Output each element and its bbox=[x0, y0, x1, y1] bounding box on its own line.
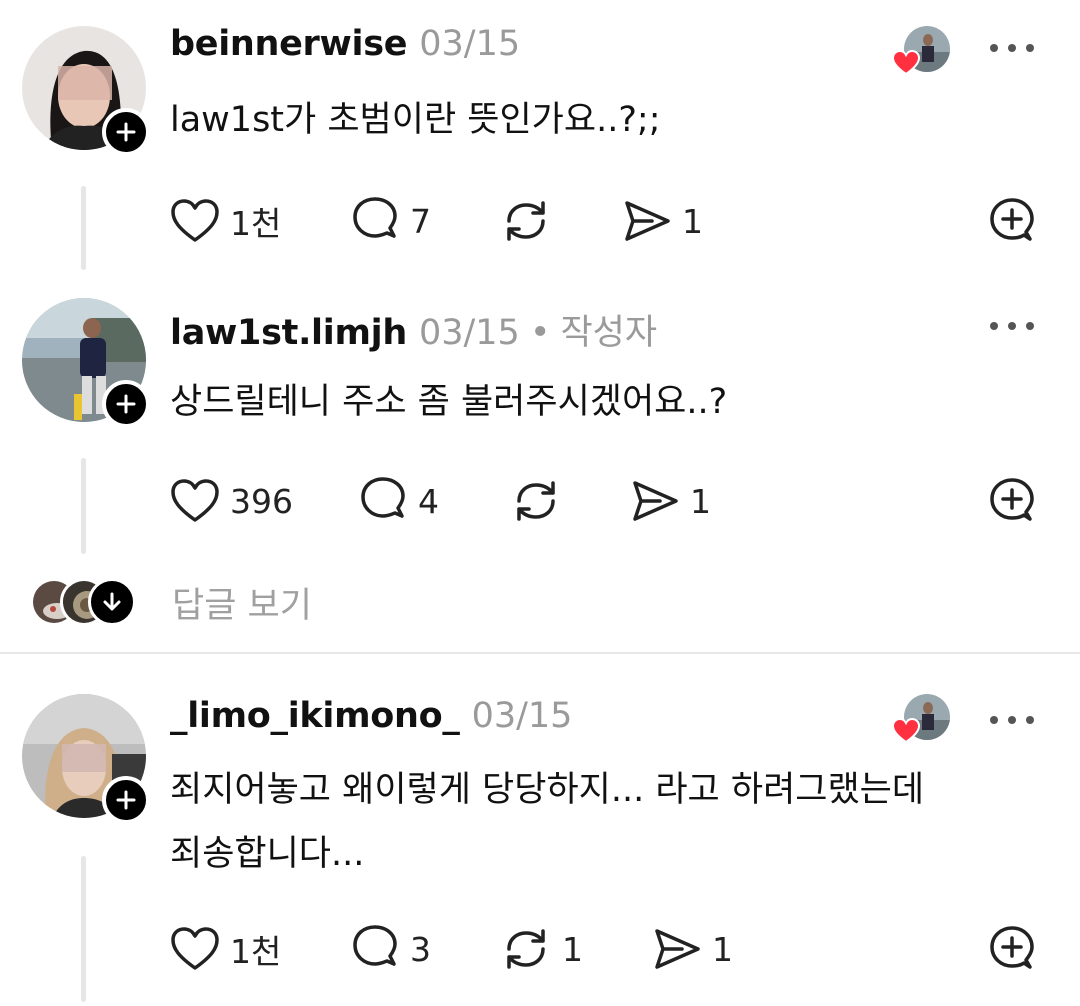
comment-count: 4 bbox=[418, 481, 439, 521]
repost-button[interactable]: 1 bbox=[500, 924, 583, 974]
paper-plane-icon bbox=[625, 201, 670, 241]
thread-line bbox=[81, 186, 86, 270]
dot bbox=[990, 716, 998, 724]
reply-avatars-stack bbox=[30, 576, 140, 628]
repost-arrows-icon bbox=[507, 929, 545, 969]
plus-icon bbox=[116, 122, 136, 142]
share-button[interactable]: 1 bbox=[652, 924, 733, 974]
share-count: 1 bbox=[712, 929, 733, 969]
like-button[interactable]: 396 bbox=[170, 476, 293, 526]
author-avatar[interactable] bbox=[22, 298, 150, 428]
thread-line bbox=[81, 458, 86, 554]
author-tag: 작성자 bbox=[560, 313, 658, 353]
dot bbox=[1026, 44, 1034, 52]
more-options-button[interactable] bbox=[990, 320, 1034, 332]
author-avatar[interactable] bbox=[22, 694, 150, 824]
dot bbox=[1026, 322, 1034, 330]
dot bbox=[990, 44, 998, 52]
share-count: 1 bbox=[682, 201, 703, 241]
comment-count: 3 bbox=[410, 929, 431, 969]
speech-bubble-icon bbox=[361, 477, 405, 518]
thread-divider bbox=[0, 652, 1080, 654]
post-header: law1st.limjh 03/15 • 작성자 bbox=[170, 304, 657, 354]
dot bbox=[1008, 716, 1016, 724]
username[interactable]: beinnerwise bbox=[170, 24, 408, 64]
post-header: _limo_ikimono_ 03/15 bbox=[170, 696, 572, 746]
speech-bubble-icon bbox=[353, 197, 397, 238]
post-date: 03/15 bbox=[471, 696, 573, 736]
dot bbox=[1008, 44, 1016, 52]
like-count: 396 bbox=[230, 481, 293, 521]
post-header: beinnerwise 03/15 bbox=[170, 24, 520, 74]
action-bar: 1천 7 1 bbox=[170, 196, 1040, 246]
post-text-line: law1st가 초범이란 뜻인가요..?;; bbox=[170, 100, 661, 140]
like-count: 1천 bbox=[230, 932, 282, 971]
username[interactable]: law1st.limjh bbox=[170, 313, 407, 353]
share-button[interactable]: 1 bbox=[630, 476, 711, 526]
follow-button[interactable] bbox=[102, 380, 150, 428]
comment-button[interactable]: 3 bbox=[350, 924, 431, 974]
quote-button[interactable] bbox=[988, 476, 1036, 526]
arrow-down-icon bbox=[103, 592, 121, 611]
share-count: 1 bbox=[690, 481, 711, 521]
heart-filled-icon bbox=[892, 50, 920, 76]
heart-outline-icon bbox=[171, 479, 219, 522]
more-options-button[interactable] bbox=[990, 714, 1034, 726]
dot bbox=[990, 322, 998, 330]
share-button[interactable]: 1 bbox=[622, 196, 703, 246]
follow-button[interactable] bbox=[102, 776, 150, 824]
view-replies-arrow bbox=[88, 578, 136, 626]
post-text-line: 죄지어놓고 왜이렇게 당당하지... 라고 하려그랬는데 bbox=[170, 770, 925, 810]
plus-icon bbox=[116, 790, 136, 810]
repost-count: 1 bbox=[562, 929, 583, 969]
add-comment-icon bbox=[990, 478, 1034, 521]
repost-arrows-icon bbox=[517, 481, 555, 521]
add-comment-icon bbox=[990, 926, 1034, 969]
comment-button[interactable]: 7 bbox=[350, 196, 431, 246]
add-comment-icon bbox=[990, 198, 1034, 241]
like-count: 1천 bbox=[230, 204, 282, 243]
thread-line bbox=[81, 856, 86, 1002]
separator-dot: • bbox=[529, 313, 551, 353]
plus-icon bbox=[116, 394, 136, 414]
post-date: 03/15 bbox=[419, 24, 521, 64]
follow-button[interactable] bbox=[102, 108, 150, 156]
action-bar: 396 4 1 bbox=[170, 476, 1040, 526]
repost-button[interactable] bbox=[510, 476, 572, 526]
quote-button[interactable] bbox=[988, 196, 1036, 246]
author-avatar[interactable] bbox=[22, 26, 150, 156]
repost-arrows-icon bbox=[507, 201, 545, 241]
quote-button[interactable] bbox=[988, 924, 1036, 974]
action-bar: 1천 3 1 1 bbox=[170, 924, 1040, 974]
heart-filled-icon bbox=[892, 718, 920, 744]
comment-button[interactable]: 4 bbox=[358, 476, 439, 526]
like-button[interactable]: 1천 bbox=[170, 924, 281, 974]
speech-bubble-icon bbox=[353, 925, 397, 966]
paper-plane-icon bbox=[655, 929, 700, 969]
view-replies-button[interactable]: 답글 보기 bbox=[30, 576, 312, 628]
post-text-line: 상드릴테니 주소 좀 불러주시겠어요..? bbox=[170, 382, 728, 422]
post-text: 죄지어놓고 왜이렇게 당당하지... 라고 하려그랬는데 죄송합니다... bbox=[170, 762, 1050, 882]
view-replies-label: 답글 보기 bbox=[172, 585, 312, 626]
like-button[interactable]: 1천 bbox=[170, 196, 281, 246]
comment-count: 7 bbox=[410, 201, 431, 241]
paper-plane-icon bbox=[633, 481, 678, 521]
repost-button[interactable] bbox=[500, 196, 562, 246]
post-text-line: 죄송합니다... bbox=[170, 834, 365, 874]
more-options-button[interactable] bbox=[990, 42, 1034, 54]
dot bbox=[1026, 716, 1034, 724]
post-text: 상드릴테니 주소 좀 불러주시겠어요..? bbox=[170, 374, 1050, 430]
post-date: 03/15 bbox=[418, 313, 520, 353]
username[interactable]: _limo_ikimono_ bbox=[170, 696, 460, 736]
dot bbox=[1008, 322, 1016, 330]
liked-by-author-indicator bbox=[892, 26, 952, 82]
post-text: law1st가 초범이란 뜻인가요..?;; bbox=[170, 92, 1050, 148]
liked-by-author-indicator bbox=[892, 694, 952, 750]
heart-outline-icon bbox=[171, 199, 219, 242]
heart-outline-icon bbox=[171, 927, 219, 970]
